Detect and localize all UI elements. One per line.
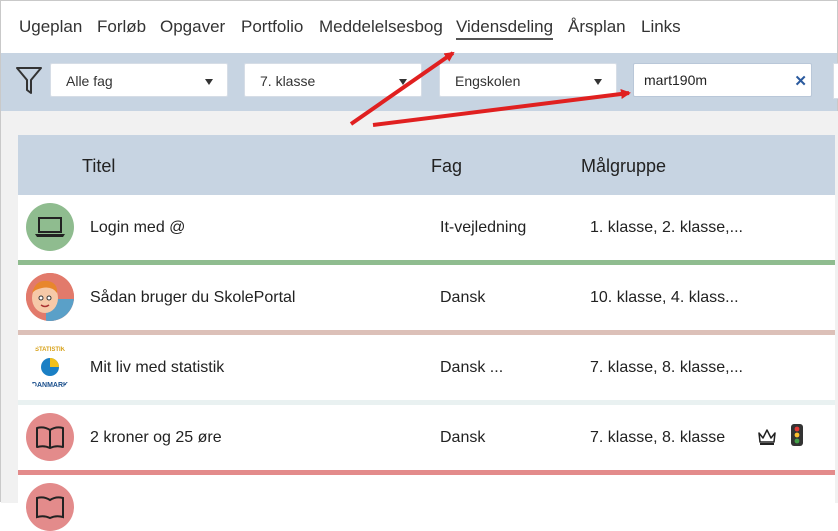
nav-item-opgaver[interactable]: Opgaver [160, 17, 225, 37]
cartoon-avatar-icon [26, 273, 74, 321]
chevron-down-icon [205, 79, 213, 85]
filter-funnel-icon[interactable] [16, 67, 42, 95]
row-audience: 10. klasse, 4. klass... [590, 289, 739, 306]
table-row[interactable]: Login med @ It-vejledning 1. klasse, 2. … [18, 195, 835, 265]
row-audience: 7. klasse, 8. klasse [590, 429, 726, 446]
svg-text:DANMARK: DANMARK [32, 382, 68, 389]
subject-select-value: Alle fag [66, 73, 113, 89]
table-row[interactable]: 2 kroner og 25 øre Dansk 7. klasse, 8. k… [18, 405, 835, 475]
grade-select-value: 7. klasse [260, 73, 316, 89]
close-icon[interactable]: ✕ [794, 72, 807, 90]
search-input[interactable] [644, 71, 784, 89]
row-title: Sådan bruger du SkolePortal [90, 289, 296, 306]
column-header-subject[interactable]: Fag [431, 156, 462, 177]
school-select-value: Engskolen [455, 73, 521, 89]
row-subject: Dansk [440, 289, 486, 306]
nav-item-portfolio[interactable]: Portfolio [241, 17, 303, 37]
nav-item-forloeb[interactable]: Forløb [97, 17, 146, 37]
extra-filter-select[interactable] [833, 63, 838, 99]
search-box: ✕ [633, 63, 812, 97]
school-select[interactable]: Engskolen [439, 63, 617, 97]
table-header: Titel Fag Målgruppe [18, 135, 835, 195]
table-row[interactable] [18, 475, 835, 531]
nav-item-aarsplan[interactable]: Årsplan [568, 17, 626, 37]
table-row[interactable]: Sådan bruger du SkolePortal Dansk 10. kl… [18, 265, 835, 335]
row-audience: 7. klasse, 8. klasse,... [590, 359, 743, 376]
row-subject: Dansk [440, 429, 486, 446]
subject-select[interactable]: Alle fag [50, 63, 228, 97]
crown-icon [756, 425, 778, 452]
nav-item-links[interactable]: Links [641, 17, 681, 37]
chevron-down-icon [594, 79, 602, 85]
left-margin [1, 111, 18, 503]
svg-text:STATISTIK: STATISTIK [35, 347, 66, 353]
spacer [1, 111, 837, 135]
statistics-logo-icon: STATISTIK DANMARK [26, 343, 74, 391]
top-navigation: Ugeplan Forløb Opgaver Portfolio Meddele… [1, 1, 837, 53]
row-title: Mit liv med statistik [90, 359, 225, 376]
row-subject: It-vejledning [440, 219, 527, 236]
row-subject: Dansk ... [440, 359, 504, 376]
nav-item-ugeplan[interactable]: Ugeplan [19, 17, 82, 37]
nav-item-meddelelsesbog[interactable]: Meddelelsesbog [319, 17, 443, 37]
laptop-icon [26, 203, 74, 251]
grade-select[interactable]: 7. klasse [244, 63, 422, 97]
row-audience: 1. klasse, 2. klasse,... [590, 219, 743, 236]
row-title: 2 kroner og 25 øre [90, 429, 222, 446]
table-row[interactable]: STATISTIK DANMARK Mit liv med statistik … [18, 335, 835, 405]
chevron-down-icon [399, 79, 407, 85]
book-icon [26, 413, 74, 461]
nav-item-vidensdeling[interactable]: Vidensdeling [456, 17, 554, 40]
row-title: Login med @ [90, 219, 186, 236]
filter-bar: Alle fag 7. klasse Engskolen ✕ [1, 53, 838, 111]
book-icon [26, 483, 74, 531]
column-header-audience[interactable]: Målgruppe [581, 156, 666, 177]
traffic-light-icon [790, 423, 804, 452]
column-header-title[interactable]: Titel [82, 156, 115, 177]
